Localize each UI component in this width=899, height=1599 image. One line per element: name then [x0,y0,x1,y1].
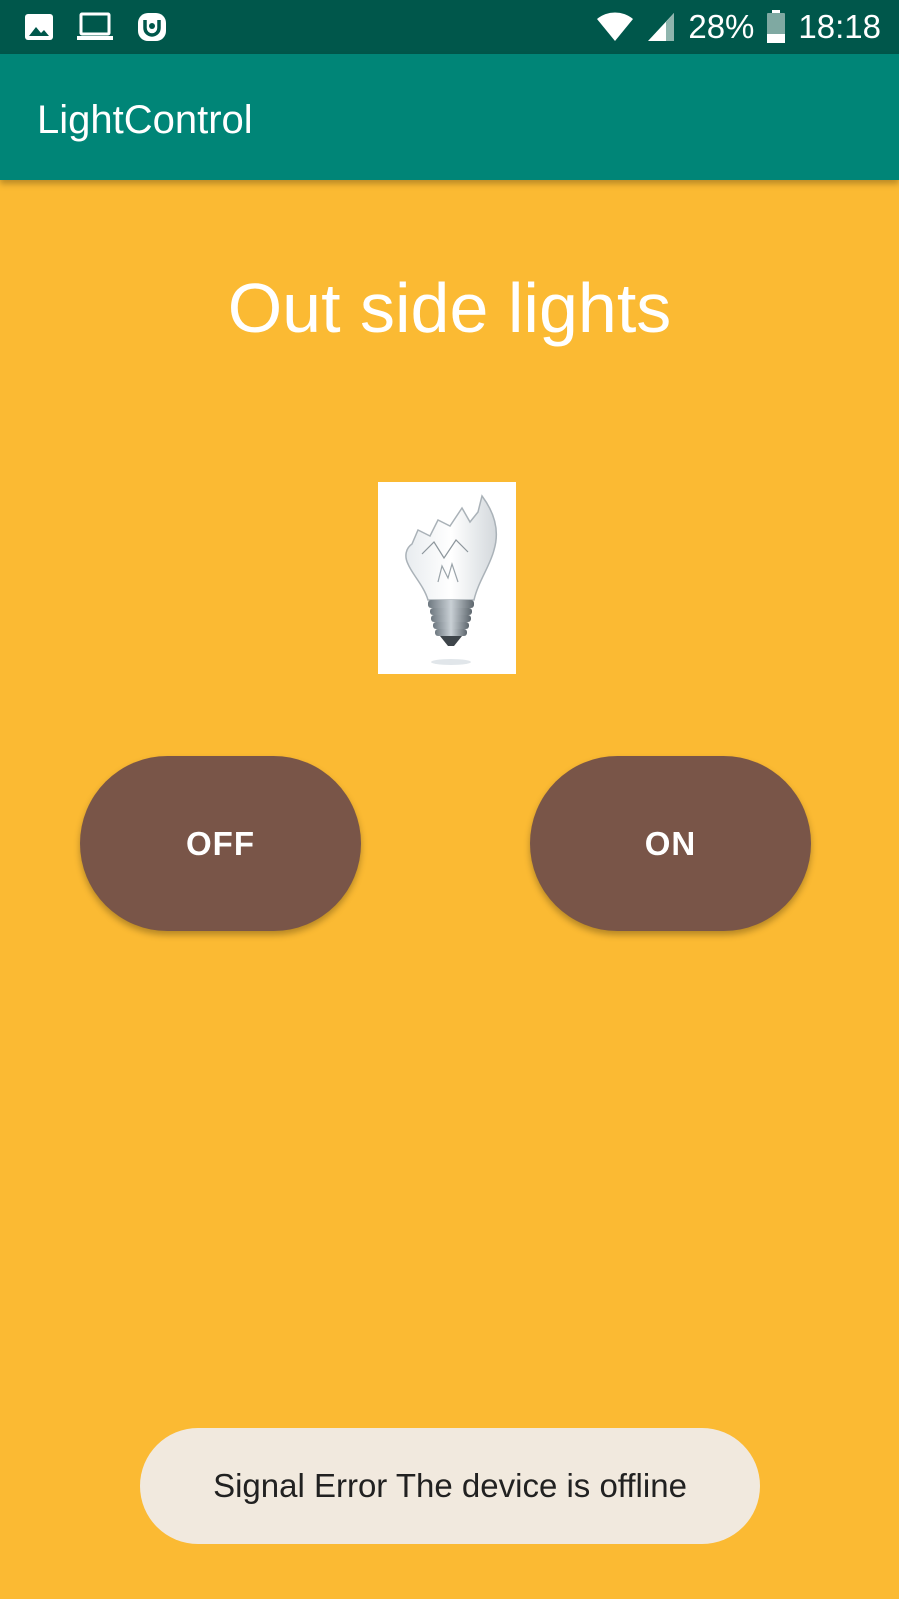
broken-bulb-icon [405,494,498,665]
laptop-icon [76,12,114,42]
wifi-icon [596,11,634,43]
battery-icon [766,10,786,44]
status-bar: 28% 18:18 [0,0,899,54]
battery-percent: 28% [688,8,755,45]
status-left-icons [24,10,168,44]
off-button[interactable]: OFF [80,756,361,931]
toast-message: Signal Error The device is offline [140,1428,760,1544]
status-right-icons: 28% 18:18 [596,8,881,46]
app-title: LightControl [37,98,253,142]
clock: 18:18 [798,8,881,45]
app-bar: LightControl [0,54,899,180]
on-button[interactable]: ON [530,756,811,931]
broken-bulb-image [378,482,516,674]
gallery-icon [24,12,54,42]
page-heading: Out side lights [227,269,672,347]
cell-signal-icon [646,11,676,43]
toast-text: Signal Error The device is offline [213,1467,687,1504]
app-notification-icon [136,11,168,43]
